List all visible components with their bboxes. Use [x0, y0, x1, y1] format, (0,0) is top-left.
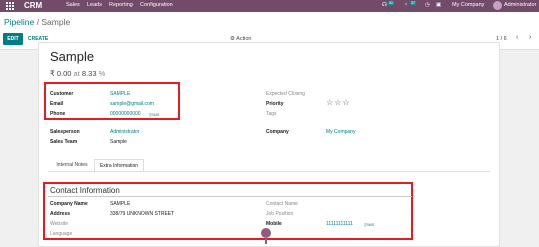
language-label: Language: [50, 231, 73, 237]
address-label: Address: [50, 211, 71, 217]
company-name-label: Company Name: [50, 201, 88, 207]
expected-revenue[interactable]: ₹ 0.00 at 8.33 %: [50, 69, 105, 78]
chat-icon[interactable]: ☊: [382, 2, 387, 8]
phone-field[interactable]: 00000000000: [110, 111, 141, 117]
menu-item-configuration[interactable]: Configuration: [140, 2, 173, 8]
chevron-left-icon[interactable]: ‹: [516, 34, 518, 41]
top-navbar: CRM Sales Leads Reporting Configuration …: [0, 0, 539, 12]
breadcrumb-separator: /: [36, 17, 39, 27]
chevron-right-icon[interactable]: ›: [529, 34, 531, 41]
email-field[interactable]: sample@gmail.com: [110, 101, 154, 107]
company-name-field[interactable]: SAMPLE: [110, 201, 130, 207]
menu-item-sales[interactable]: Sales: [66, 2, 80, 8]
priority-stars[interactable]: ☆☆☆: [326, 98, 351, 107]
breadcrumb-current: Sample: [41, 17, 71, 27]
email-label: Email: [50, 101, 64, 107]
record-title[interactable]: Sample: [50, 49, 94, 64]
mobile-sms-label: SMS: [366, 223, 375, 227]
section-divider: [48, 196, 412, 197]
contact-section-title: Contact Information: [50, 186, 120, 195]
customer-label: Customer: [50, 91, 74, 97]
phone-sms-button[interactable]: ▯SMS: [149, 112, 159, 117]
gift-icon[interactable]: ▣: [436, 2, 441, 8]
tab-divider: [48, 171, 490, 172]
menu-item-reporting[interactable]: Reporting: [109, 2, 133, 8]
chat-badge: 31: [388, 1, 394, 5]
app-name[interactable]: CRM: [24, 1, 42, 10]
priority-label: Priority: [266, 101, 284, 107]
job-position-label: Job Position: [266, 211, 294, 217]
menu-item-leads[interactable]: Leads: [87, 2, 102, 8]
cursor-indicator: [261, 228, 271, 238]
breadcrumb: Pipeline / Sample: [4, 17, 70, 27]
activity-badge: 37: [410, 1, 416, 5]
company-label: Company: [266, 129, 289, 135]
apps-menu-icon[interactable]: [6, 2, 14, 10]
user-menu[interactable]: Administrator: [504, 2, 536, 8]
tags-label: Tags: [266, 111, 277, 117]
customer-field[interactable]: SAMPLE: [110, 91, 130, 97]
avatar[interactable]: [493, 1, 502, 10]
company-switcher[interactable]: My Company: [452, 2, 484, 8]
percent-sign: %: [98, 69, 106, 78]
sales-team-field[interactable]: Sample: [110, 139, 127, 145]
activity-icon[interactable]: ◔: [404, 2, 407, 8]
expected-closing-label: Expected Closing: [266, 91, 305, 97]
cursor-indicator-stem: [265, 238, 267, 244]
salesperson-field[interactable]: Administrator: [110, 129, 139, 135]
website-label: Website: [50, 221, 68, 227]
probability-value: 8.33: [81, 69, 97, 78]
address-field[interactable]: 338/79 UNKNOWN STREET: [110, 211, 174, 217]
sales-team-label: Sales Team: [50, 139, 78, 145]
breadcrumb-pipeline[interactable]: Pipeline: [4, 17, 34, 27]
phone-sms-label: SMS: [151, 113, 160, 117]
salesperson-label: Salesperson: [50, 129, 80, 135]
mobile-field[interactable]: 11111111111: [326, 221, 353, 227]
mobile-label: Mobile: [266, 221, 282, 227]
company-field[interactable]: My Company: [326, 129, 355, 135]
clock-icon[interactable]: ◷: [425, 2, 430, 8]
revenue-value: ₹ 0.00: [50, 69, 72, 78]
edit-button[interactable]: EDIT: [3, 33, 23, 45]
phone-label: Phone: [50, 111, 66, 117]
contact-name-label: Contact Name: [266, 201, 298, 207]
mobile-sms-button[interactable]: ▯SMS: [364, 222, 374, 227]
at-label: at: [73, 69, 80, 78]
